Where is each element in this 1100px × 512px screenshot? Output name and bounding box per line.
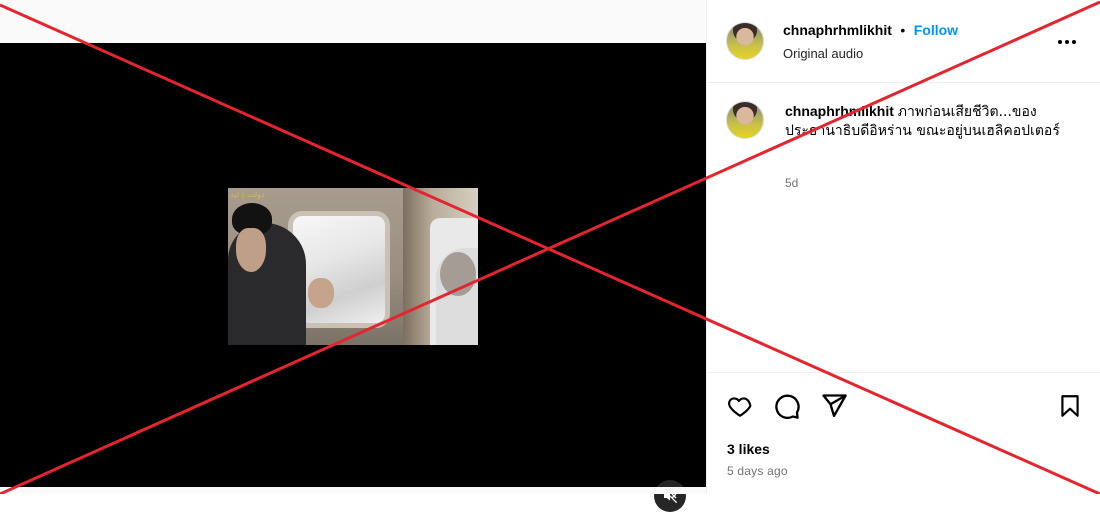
video-frame: دولت | لبد — [228, 188, 478, 345]
likes-count[interactable]: 3 likes — [727, 441, 770, 457]
video-player[interactable]: دولت | لبد — [0, 43, 706, 512]
mute-button[interactable] — [654, 480, 686, 512]
avatar[interactable] — [726, 22, 764, 60]
left-bottom-strip — [0, 487, 706, 494]
video-watermark: دولت | لبد — [230, 190, 265, 199]
post-header: chnaphrhmlikhit • Follow Original audio — [707, 0, 1100, 83]
follow-button[interactable]: Follow — [914, 22, 958, 38]
comment-icon[interactable] — [773, 392, 801, 420]
post-sidebar: chnaphrhmlikhit • Follow Original audio … — [706, 0, 1100, 494]
caption-avatar[interactable] — [726, 101, 764, 139]
heart-icon[interactable] — [726, 393, 754, 419]
header-username[interactable]: chnaphrhmlikhit — [783, 22, 892, 38]
separator-dot: • — [900, 22, 906, 38]
left-top-strip — [0, 0, 706, 43]
post-time[interactable]: 5 days ago — [727, 464, 788, 478]
caption: chnaphrhmlikhit ภาพก่อนเสียชีวิต...ของปร… — [785, 102, 1085, 140]
more-options-icon[interactable] — [1057, 28, 1077, 51]
share-icon[interactable] — [820, 392, 848, 420]
audio-label[interactable]: Original audio — [783, 46, 863, 61]
caption-timestamp[interactable]: 5d — [785, 176, 798, 190]
caption-username[interactable]: chnaphrhmlikhit — [785, 103, 894, 119]
bookmark-icon[interactable] — [1057, 392, 1083, 420]
action-bar: 3 likes 5 days ago — [707, 372, 1100, 495]
